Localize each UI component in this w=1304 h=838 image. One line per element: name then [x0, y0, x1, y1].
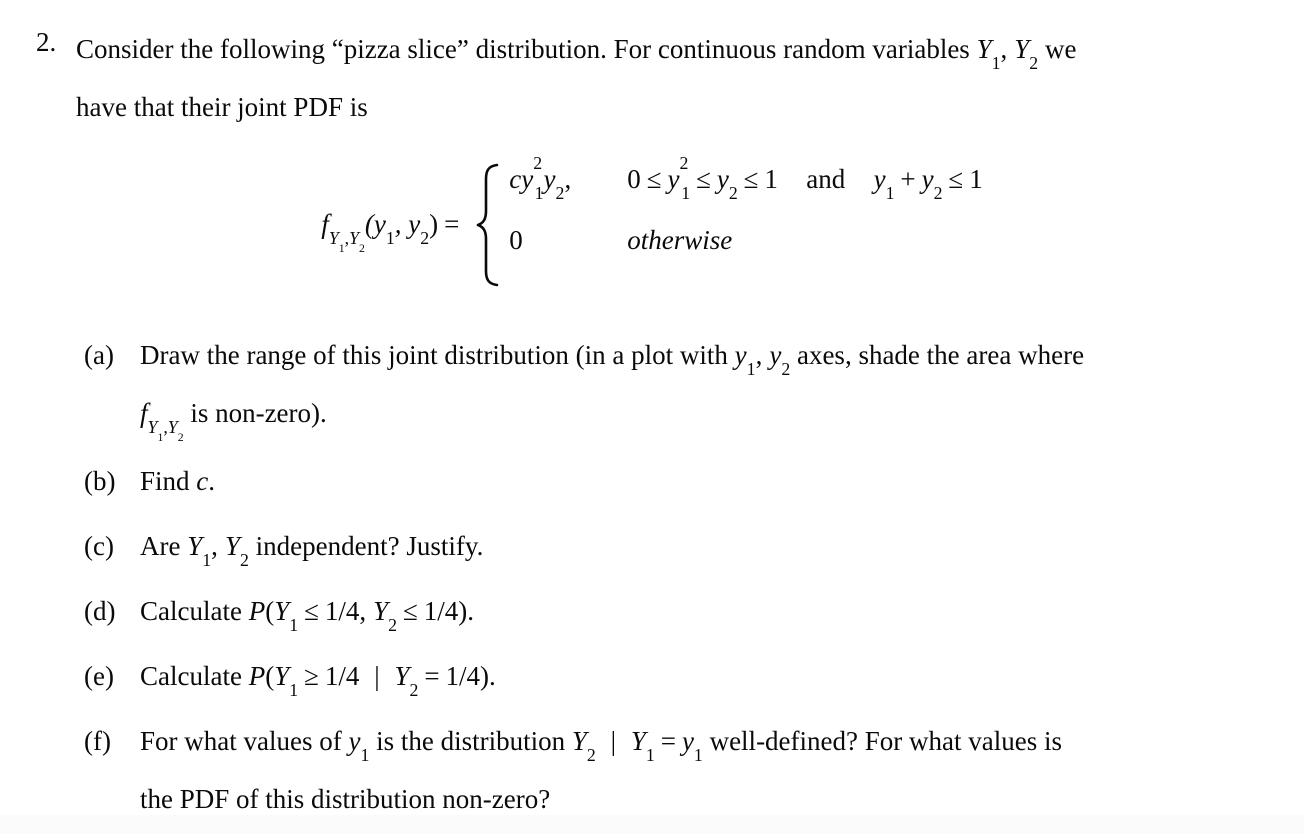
problem-line-1-comma: ,	[1000, 34, 1008, 64]
item-body-f: For what values of y1 is the distributio…	[140, 716, 1264, 824]
variable-y1: y1	[348, 726, 370, 766]
item-c-line-1: Are Y1, Y2 independent? Justify.	[140, 531, 484, 571]
item-label-d: (d)	[84, 596, 116, 626]
problem-text: Consider the following “pizza slice” dis…	[76, 20, 1268, 136]
variable-Y1: Y1	[274, 596, 299, 636]
variable-y1: y1	[681, 726, 703, 766]
pdf-subscript: Y1,Y2	[328, 228, 365, 256]
page-bottom-band	[0, 815, 1304, 834]
item-label-f: (f)	[84, 726, 111, 756]
document-page: 2. Consider the following “pizza slice” …	[0, 0, 1304, 834]
equation-left-hand-side: fY1,Y2(y1, y2) =	[321, 209, 475, 255]
case-value-expression: cy21y2,	[509, 152, 572, 204]
problem-statement: 2. Consider the following “pizza slice” …	[36, 20, 1268, 136]
conditional-bar: |	[610, 726, 617, 756]
problem-line-2: have that their joint PDF is	[76, 92, 368, 122]
item-label-a: (a)	[84, 340, 114, 370]
pdf-subscript: Y1,Y2	[147, 417, 184, 445]
display-equation: fY1,Y2(y1, y2) = cy21y2, 0 ≤ y21 ≤ y2 ≤1 and y1 +…	[0, 152, 1304, 287]
equation-cases: cy21y2, 0 ≤ y21 ≤ y2 ≤1 and y1 + y2 ≤1 0 otherwise	[501, 152, 983, 286]
item-b-line-1: Find c.	[140, 466, 216, 496]
case-row-zero: 0 otherwise	[509, 225, 982, 286]
probability-symbol: P	[248, 661, 266, 691]
item-body-d: Calculate P(Y1 ≤1/4, Y2 ≤1/4).	[140, 586, 1264, 636]
list-item: (f) For what values of y1 is the distrib…	[84, 716, 1264, 824]
problem-number: 2.	[36, 27, 57, 57]
list-item: (c) Are Y1, Y2 independent? Justify.	[84, 521, 1264, 571]
pdf-symbol-f: f	[321, 209, 329, 240]
pdf-symbol-f: f	[140, 398, 148, 428]
problem-line-1-pre: Consider the following “pizza slice” dis…	[76, 34, 977, 64]
variable-Y1: Y1	[976, 34, 1001, 74]
variable-Y1: Y1	[187, 531, 212, 571]
constant-c: c	[196, 466, 209, 496]
item-f-line-1: For what values of y1 is the distributio…	[140, 726, 1062, 766]
equals-sign: =	[444, 209, 460, 240]
case-row-nonzero: cy21y2, 0 ≤ y21 ≤ y2 ≤1 and y1 + y2 ≤1	[509, 152, 983, 225]
pdf-arguments: (y1, y2)	[364, 209, 439, 249]
variable-Y1: Y1	[274, 661, 299, 701]
variable-y1: y1	[734, 340, 756, 380]
item-body-a: Draw the range of this joint distributio…	[140, 330, 1264, 445]
list-item: (e) Calculate P(Y1 ≥1/4 | Y2 = 1/4).	[84, 651, 1264, 701]
variable-Y1: Y1	[630, 726, 655, 766]
variable-Y2: Y2	[373, 596, 398, 636]
variable-y2: y2	[769, 340, 791, 380]
list-item: (a) Draw the range of this joint distrib…	[84, 330, 1264, 445]
case-value-zero: 0	[509, 225, 523, 255]
list-item: (d) Calculate P(Y1 ≤1/4, Y2 ≤1/4).	[84, 586, 1264, 636]
item-label-c: (c)	[84, 531, 114, 561]
item-label-b: (b)	[84, 466, 116, 496]
equation-inner: fY1,Y2(y1, y2) = cy21y2, 0 ≤ y21 ≤ y2 ≤1 and y1 +…	[321, 152, 983, 287]
item-a-line-2: fY1,Y2 is non-zero).	[140, 398, 327, 445]
case-condition-nonzero: 0 ≤ y21 ≤ y2 ≤1 and y1 + y2 ≤1	[627, 152, 983, 204]
item-body-c: Are Y1, Y2 independent? Justify.	[140, 521, 1264, 571]
conditional-bar: |	[374, 661, 380, 691]
item-d-line-1: Calculate P(Y1 ≤1/4, Y2 ≤1/4).	[140, 596, 475, 636]
item-label-e: (e)	[84, 661, 114, 691]
variable-Y2: Y2	[224, 531, 249, 571]
item-body-e: Calculate P(Y1 ≥1/4 | Y2 = 1/4).	[140, 651, 1264, 701]
case-condition-otherwise: otherwise	[627, 225, 733, 255]
variable-Y2: Y2	[394, 661, 419, 701]
variable-Y2: Y2	[571, 726, 596, 766]
problem-line-1: Consider the following “pizza slice” dis…	[76, 20, 1268, 78]
item-e-line-1: Calculate P(Y1 ≥1/4 | Y2 = 1/4).	[140, 661, 496, 701]
probability-symbol: P	[248, 596, 266, 626]
sub-items-list: (a) Draw the range of this joint distrib…	[84, 330, 1264, 838]
left-curly-brace-icon	[475, 163, 501, 287]
variable-Y2: Y2	[1014, 34, 1039, 74]
problem-row: 2. Consider the following “pizza slice” …	[36, 20, 1268, 136]
problem-line-1-post: we	[1038, 34, 1077, 64]
item-body-b: Find c.	[140, 456, 1264, 506]
list-item: (b) Find c.	[84, 456, 1264, 506]
item-a-line-1: Draw the range of this joint distributio…	[140, 340, 1085, 380]
